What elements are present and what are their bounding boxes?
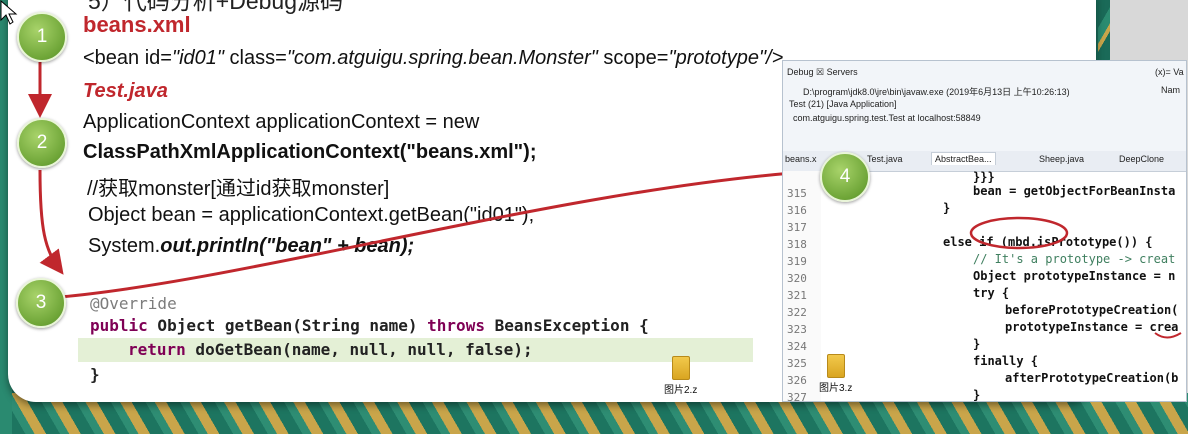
file-icon-label: 图片3.z <box>819 383 853 394</box>
presentation-frame: 5）代码分析+Debug源码 beans.xml <bean id="id01"… <box>0 0 1188 434</box>
step-marker-4: 4 <box>820 152 870 202</box>
step-marker-3: 3 <box>16 278 66 328</box>
file-icon[interactable] <box>827 354 845 378</box>
cursor-icon <box>0 0 18 25</box>
arrow-3-to-4 <box>59 161 811 299</box>
arrow-2-to-3 <box>38 169 64 275</box>
underline-squiggle <box>1154 332 1182 339</box>
prototype-circle <box>969 216 1069 250</box>
step-marker-2: 2 <box>17 118 67 168</box>
eclipse-debug-screenshot: Debug ☒ Servers D:\program\jdk8.0\jre\bi… <box>782 60 1187 402</box>
red-annotation-marks <box>969 216 1182 339</box>
step-marker-1: 1 <box>17 12 67 62</box>
